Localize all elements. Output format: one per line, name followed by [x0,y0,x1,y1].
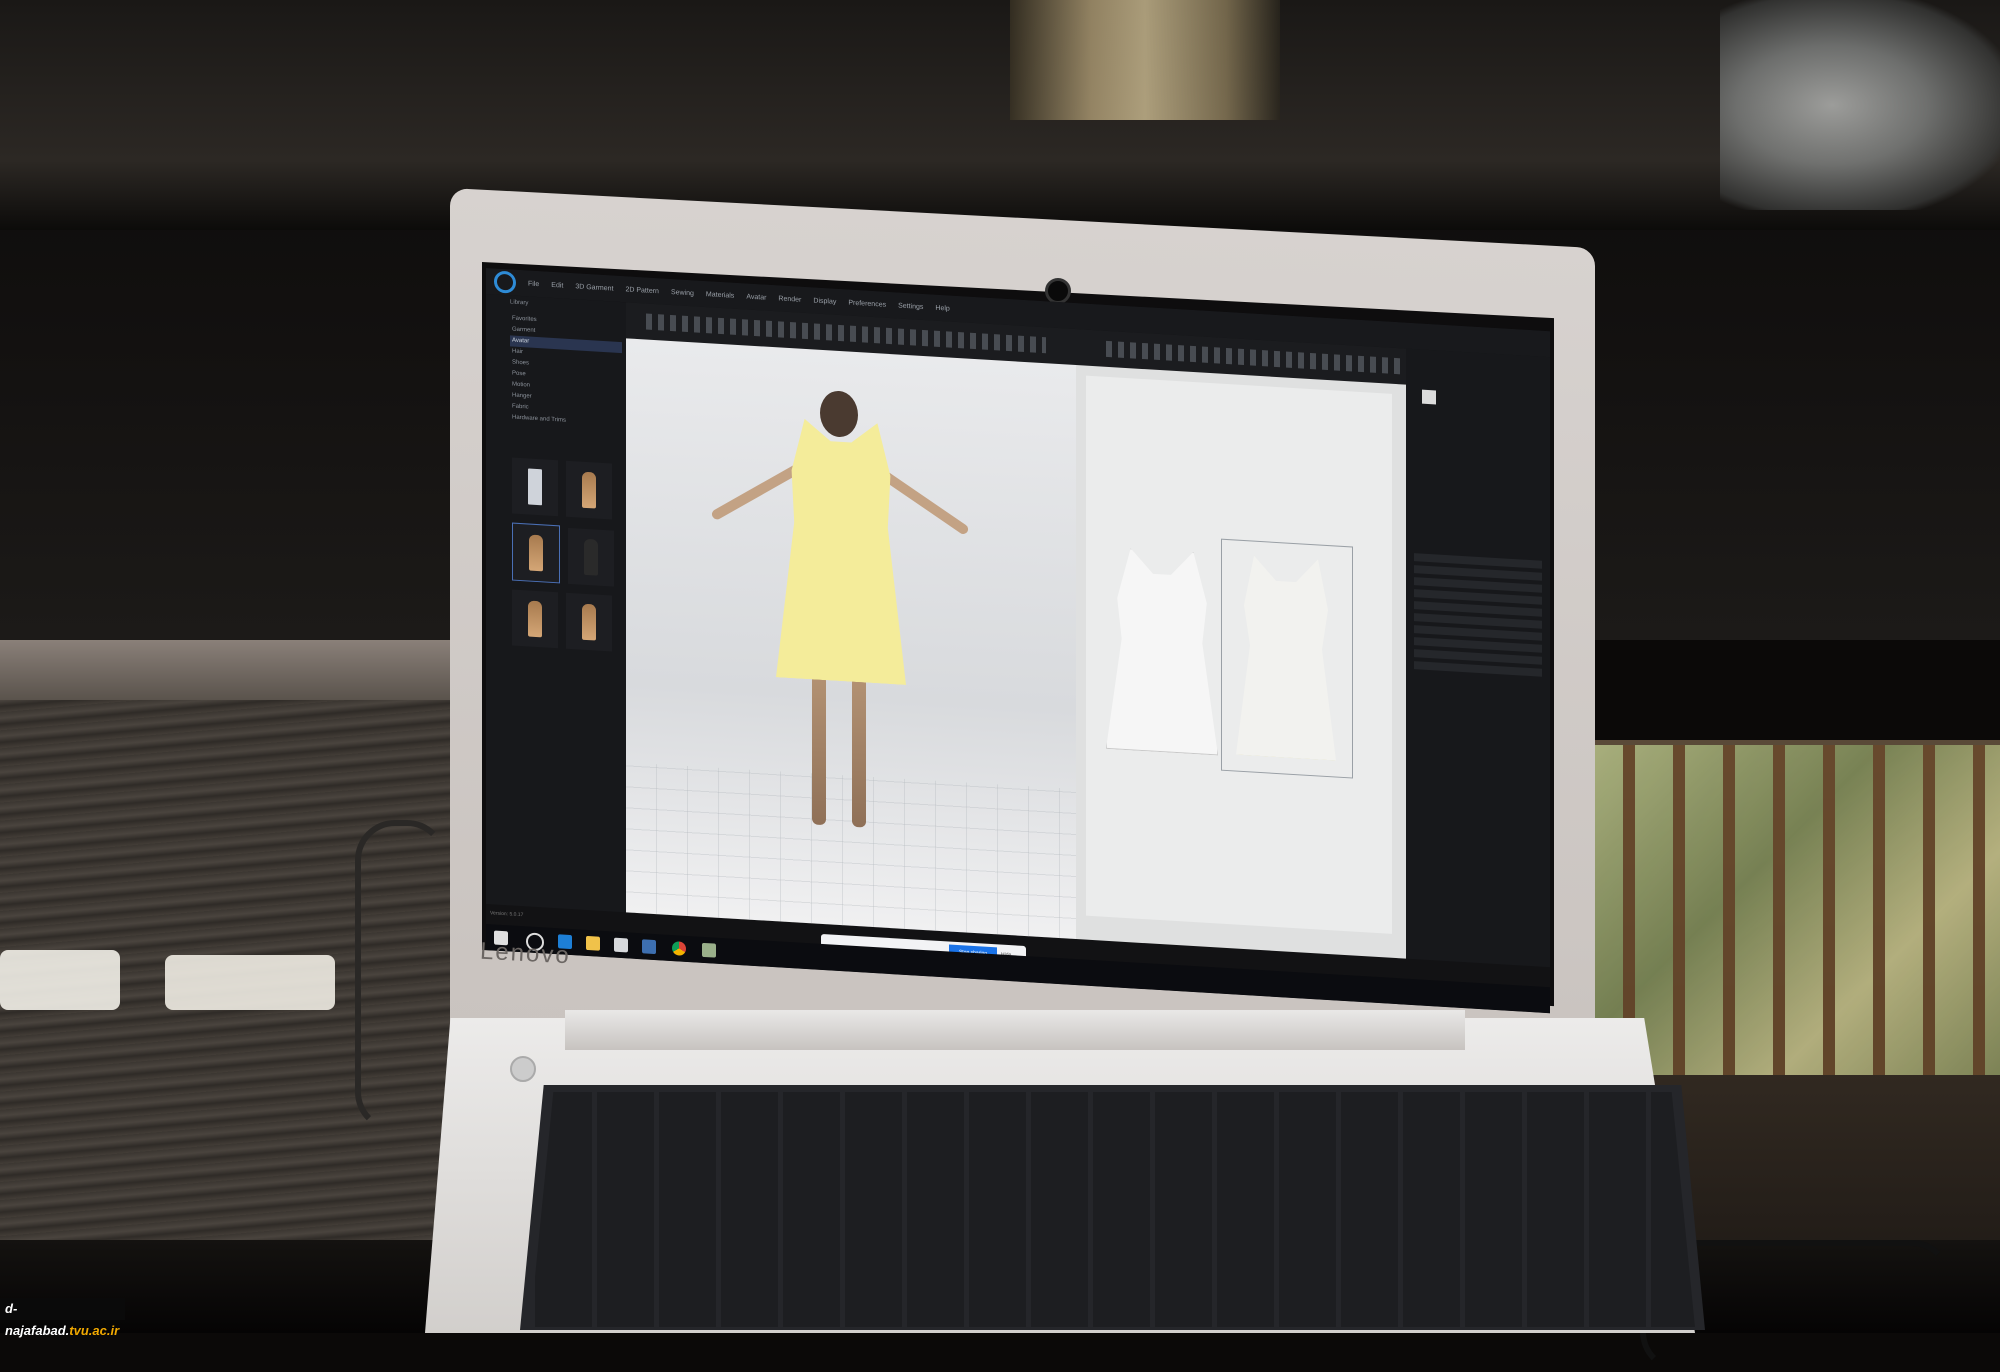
shelf [0,0,2000,230]
menu-materials[interactable]: Materials [706,291,734,300]
avatar-leg-right [852,676,866,828]
menu-render[interactable]: Render [778,295,801,303]
menu-2d-pattern[interactable]: 2D Pattern [625,286,658,295]
power-cable [355,820,447,1132]
object-browser-spacer [1406,349,1550,558]
version-label: Version: 5.0.17 [490,910,524,919]
avatar-thumbnail-selected[interactable] [512,522,560,584]
3d-viewport[interactable] [626,338,1076,940]
power-button[interactable] [510,1056,536,1082]
avatar-figure-icon [582,471,597,509]
table-glare [0,640,470,700]
light-reflection [0,950,120,1010]
laptop-brand-logo: Lenovo [479,937,572,970]
pattern-sheet [1086,375,1392,934]
library-title: Library [510,299,529,307]
folder-icon [528,468,542,506]
avatar-thumbnail[interactable] [568,527,615,587]
menu-sewing[interactable]: Sewing [671,288,694,296]
window-lattice [1585,745,2000,1075]
avatar-thumbnail[interactable] [566,592,613,652]
menu-display[interactable]: Display [813,297,836,305]
menu-edit[interactable]: Edit [551,281,563,289]
avatar-figure-icon [584,538,599,576]
folder-icon[interactable] [586,935,600,951]
2d-pattern-viewport[interactable] [1076,365,1406,959]
site-watermark: d-najafabad.tvu.ac.ir [0,1298,125,1338]
app-icon[interactable] [642,939,656,955]
avatar-silhouette [1106,547,1218,756]
avatar-thumbnail[interactable] [566,460,613,520]
app-logo-icon[interactable] [494,270,516,294]
webcam [1045,278,1071,304]
chrome-icon[interactable] [672,941,686,956]
store-icon[interactable] [614,937,628,953]
avatar-head [820,389,858,439]
menu-help[interactable]: Help [935,304,949,312]
menu-3d-garment[interactable]: 3D Garment [575,283,613,292]
menu-preferences[interactable]: Preferences [848,299,886,308]
avatar-thumbnail[interactable] [512,589,558,649]
fabric-swatch[interactable] [1422,389,1436,405]
folder-thumbnail[interactable] [512,457,558,517]
avatar-leg-left [812,674,826,826]
floor-grid [626,762,1076,940]
avatar-thumbnails [510,455,620,659]
glass-jar [1720,0,2000,210]
watermark-prefix: d-najafabad. [5,1301,70,1338]
app-icon[interactable] [702,942,716,958]
keyboard-keys[interactable] [530,1092,1695,1327]
property-editor [1406,348,1550,968]
avatar-figure-icon [582,603,597,641]
library-list: Favorites Garment Avatar Hair Shoes Pose… [510,313,622,430]
watermark-domain: tvu.ac.ir [69,1323,120,1338]
laptop-screen: File Edit 3D Garment 2D Pattern Sewing M… [486,268,1550,1014]
menu-avatar[interactable]: Avatar [746,293,766,301]
photo-scene: File Edit 3D Garment 2D Pattern Sewing M… [0,0,2000,1372]
3d-dress[interactable] [776,417,906,685]
dress-pattern-piece[interactable] [1236,555,1336,761]
menu-file[interactable]: File [528,280,539,288]
library-panel: Library Favorites Garment Avatar Hair Sh… [486,294,626,913]
shelf-reflection [1010,0,1280,120]
laptop-hinge [565,1010,1465,1050]
avatar-figure-icon [529,534,543,572]
light-reflection [165,955,335,1010]
menu-settings[interactable]: Settings [898,302,923,311]
avatar-figure-icon [528,600,542,638]
